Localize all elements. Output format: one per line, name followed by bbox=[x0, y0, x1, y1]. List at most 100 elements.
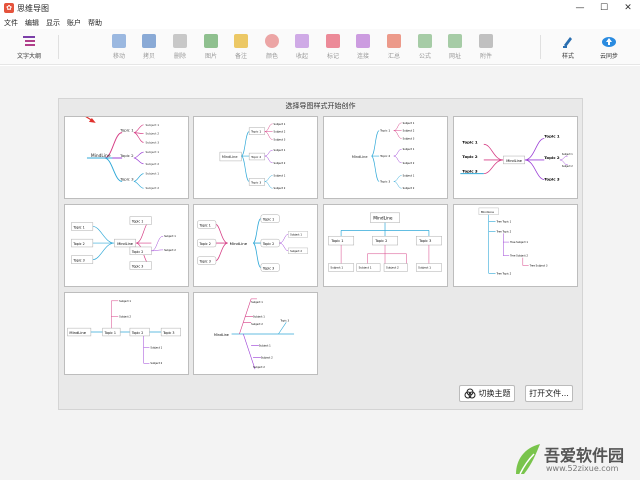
palette-icon bbox=[265, 34, 279, 48]
map-topic: Topic 1 bbox=[262, 218, 274, 222]
open-file-button[interactable]: 打开文件... bbox=[525, 385, 573, 402]
menu-file[interactable]: 文件 bbox=[4, 18, 18, 28]
switch-theme-button[interactable]: 切换主题 bbox=[459, 385, 515, 402]
map-topic: Topic 1 bbox=[462, 139, 478, 144]
outline-button[interactable]: 文字大纲 bbox=[14, 32, 44, 62]
map-subject: Subject 2 bbox=[403, 129, 415, 133]
map-topic: Topic 3 bbox=[72, 259, 84, 263]
toolbar-divider bbox=[540, 35, 541, 59]
content-area: 选择导图样式开始创作 MindLine Topic 1 Topic 2 Topi… bbox=[0, 66, 640, 480]
tool-attachment[interactable]: 附件 bbox=[471, 32, 501, 62]
style-thumb-balanced-boxed[interactable]: MindLine Topic 1 Topic 2 Topic 3 Topic 1… bbox=[64, 204, 189, 287]
map-subject: Subject 2 bbox=[274, 130, 286, 134]
map-tree-topic: Tree Topic 2 bbox=[496, 229, 511, 233]
map-subject: Subject 1 bbox=[251, 300, 263, 304]
map-topic: Topic 3 bbox=[119, 176, 134, 181]
cloud-sync-button[interactable]: 云同步 bbox=[594, 32, 624, 62]
style-thumb-fishbone[interactable]: MindLine Subject 1 Subject 1 Subject 2 S… bbox=[193, 292, 318, 375]
style-thumb-mindmap-right[interactable]: MindLine Topic 1 Topic 2 Topic 3 Subject… bbox=[64, 116, 189, 199]
map-topic: Topic 1 bbox=[379, 129, 390, 133]
menu-view[interactable]: 显示 bbox=[46, 18, 60, 28]
panel-title: 选择导图样式开始创作 bbox=[285, 102, 356, 110]
style-thumb-boxed-right[interactable]: MindLine Topic 1 Topic 2 Topic 3 Subject… bbox=[193, 116, 318, 199]
map-subject: Subject 1 bbox=[330, 265, 343, 269]
map-root: MindLine bbox=[352, 155, 368, 159]
map-root: MindLine bbox=[214, 333, 229, 337]
map-subject: Subject 2 bbox=[290, 249, 302, 253]
map-subject: Subject 1 bbox=[164, 234, 176, 238]
menu-edit[interactable]: 编辑 bbox=[25, 18, 39, 28]
tool-label: 公式 bbox=[418, 53, 431, 60]
tool-copy[interactable]: 拷贝 bbox=[134, 32, 164, 62]
cloud-sync-label: 云同步 bbox=[599, 53, 618, 60]
map-topic: Topic 3 bbox=[462, 169, 478, 174]
map-subject: Subject 1 bbox=[146, 150, 160, 154]
map-subject: Subject 2 bbox=[119, 314, 131, 318]
switch-theme-label: 切换主题 bbox=[478, 389, 511, 398]
watermark-url: www.52zixue.com bbox=[546, 464, 619, 473]
outline-icon bbox=[23, 36, 35, 46]
map-topic: Topic 3 bbox=[131, 264, 143, 268]
map-topic: Topic 3 bbox=[262, 266, 274, 270]
menu-help[interactable]: 帮助 bbox=[88, 18, 102, 28]
menu-account[interactable]: 账户 bbox=[67, 18, 81, 28]
tool-image[interactable]: 图片 bbox=[196, 32, 226, 62]
map-subject: Subject 1 bbox=[403, 121, 415, 125]
style-thumb-lines-right[interactable]: MindLine Topic 1 Topic 2 Topic 3 Subject… bbox=[323, 116, 448, 199]
map-subject: Subject 1 bbox=[403, 147, 415, 151]
image-icon bbox=[204, 34, 218, 48]
tool-mark[interactable]: 标记 bbox=[318, 32, 348, 62]
style-thumb-org-chart[interactable]: MindLine Topic 1 Topic 2 Topic 3 Subject… bbox=[323, 204, 448, 287]
map-topic: Topic 3 bbox=[250, 180, 261, 184]
map-subject: Subject 2 bbox=[403, 186, 415, 190]
map-topic: Topic 2 bbox=[131, 331, 143, 335]
style-label: 样式 bbox=[561, 53, 574, 60]
tool-move[interactable]: 移动 bbox=[104, 32, 134, 62]
minimize-button[interactable]: — bbox=[568, 0, 592, 16]
map-topic: Topic 2 bbox=[379, 154, 390, 158]
tool-color[interactable]: 颜色 bbox=[257, 32, 287, 62]
map-tree-subject: Tree Subject 2 bbox=[510, 254, 528, 258]
style-thumb-balanced-rounded[interactable]: MindLine Topic 1 Topic 2 Topic 3 Topic 1… bbox=[193, 204, 318, 287]
tool-connect[interactable]: 连接 bbox=[348, 32, 378, 62]
map-topic: Topic 1 bbox=[330, 239, 343, 243]
link-icon bbox=[448, 34, 462, 48]
tool-formula[interactable]: 公式 bbox=[410, 32, 440, 62]
map-subject: Subject 1 bbox=[359, 265, 372, 269]
attachment-icon bbox=[479, 34, 493, 48]
map-subject: Subject 1 bbox=[119, 299, 131, 303]
style-thumb-balanced[interactable]: MindLine Topic 1 Topic 2 Topic 3 Topic 1… bbox=[453, 116, 578, 199]
copy-icon bbox=[142, 34, 156, 48]
cloud-upload-icon bbox=[602, 37, 616, 47]
summary-icon bbox=[387, 34, 401, 48]
tool-label: 移动 bbox=[112, 53, 125, 60]
map-topic: Topic 1 bbox=[131, 220, 143, 224]
map-subject: Subject 2 bbox=[253, 365, 265, 369]
tool-note[interactable]: 备注 bbox=[226, 32, 256, 62]
tool-summary[interactable]: 汇总 bbox=[379, 32, 409, 62]
map-topic: Topic 3 bbox=[418, 239, 431, 243]
maximize-button[interactable]: ☐ bbox=[592, 0, 616, 16]
formula-icon bbox=[418, 34, 432, 48]
connect-icon bbox=[356, 34, 370, 48]
map-subject: Subject 1 bbox=[253, 314, 265, 318]
map-subject: Subject 3 bbox=[274, 137, 286, 141]
map-root: MindLine bbox=[222, 155, 238, 159]
tool-label: 颜色 bbox=[265, 53, 278, 60]
open-file-label: 打开文件... bbox=[529, 389, 569, 398]
menu-bar: 文件 编辑 显示 账户 帮助 bbox=[0, 16, 640, 29]
map-subject: Subject 3 bbox=[403, 136, 415, 140]
tool-collapse[interactable]: 收起 bbox=[287, 32, 317, 62]
map-topic: Topic 1 bbox=[544, 133, 560, 138]
style-thumb-tree[interactable]: MindLine Tree Topic 1 Tree Topic 2 Tree … bbox=[453, 204, 578, 287]
style-thumb-timeline[interactable]: MindLine Topic 1 Topic 2 Topic 3 Subject… bbox=[64, 292, 189, 375]
tool-link[interactable]: 网址 bbox=[440, 32, 470, 62]
map-topic: Topic 2 bbox=[374, 239, 387, 243]
map-subject: Subject 2 bbox=[146, 162, 160, 166]
toolbar-divider bbox=[58, 35, 59, 59]
tool-delete[interactable]: 删除 bbox=[165, 32, 195, 62]
style-button[interactable]: 样式 bbox=[553, 32, 583, 62]
map-subject: Subject 1 bbox=[290, 232, 302, 236]
map-topic: Topic 2 bbox=[544, 155, 560, 160]
close-button[interactable]: ✕ bbox=[616, 0, 640, 16]
